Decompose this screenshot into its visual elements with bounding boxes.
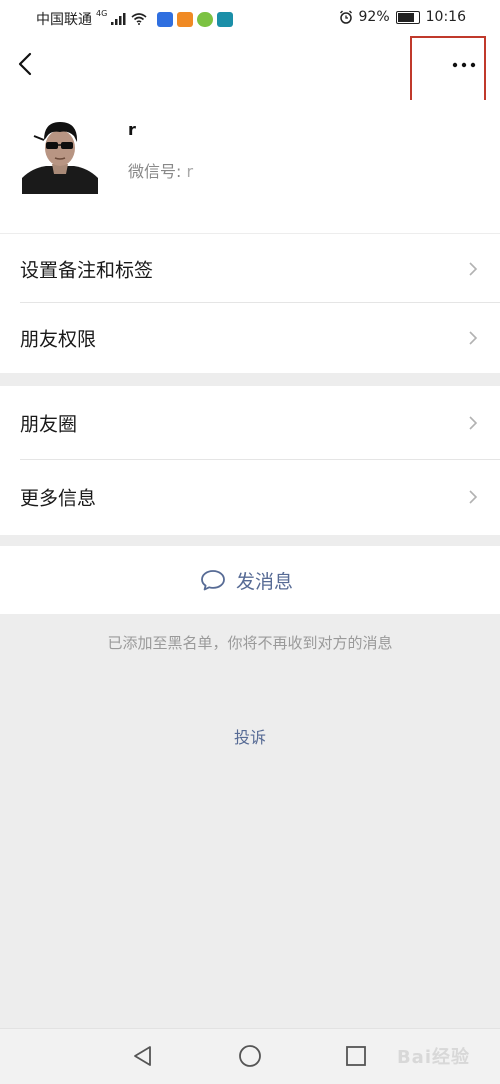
back-button[interactable] <box>10 46 46 82</box>
wechat-id-value: r <box>186 162 194 181</box>
row-label: 更多信息 <box>20 487 97 510</box>
triangle-back-icon[interactable] <box>130 1043 156 1069</box>
chevron-right-icon <box>469 416 478 430</box>
chevron-right-icon <box>469 490 478 504</box>
row-set-remark-and-tags[interactable]: 设置备注和标签 <box>0 234 500 303</box>
status-bar: 中国联通 4G 92% 10:16 <box>0 0 500 36</box>
row-more-info[interactable]: 更多信息 <box>0 460 500 534</box>
status-bar-right: 92% 10:16 <box>339 9 466 25</box>
profile-header: r 微信号: r <box>0 100 500 233</box>
chevron-left-icon <box>18 52 32 76</box>
report-link[interactable]: 投诉 <box>0 724 500 748</box>
teal-app-icon <box>217 11 234 27</box>
row-label: 设置备注和标签 <box>20 259 154 281</box>
clock: 10:16 <box>425 9 466 25</box>
blacklist-notice: 已添加至黑名单，你将不再收到对方的消息 <box>107 634 393 652</box>
notification-app-icons <box>157 11 234 27</box>
row-moments[interactable]: 朋友圈 <box>0 386 500 460</box>
chevron-right-icon <box>469 261 478 276</box>
settings-group-moments-info: 朋友圈 更多信息 <box>0 386 500 535</box>
carrier-label: 中国联通 <box>36 12 92 28</box>
chat-bubble-icon <box>201 570 225 591</box>
battery-icon <box>395 10 420 24</box>
row-label: 朋友权限 <box>20 328 97 350</box>
circle-home-icon[interactable] <box>237 1043 263 1069</box>
network-type: 4G <box>96 8 108 18</box>
blue-app-icon <box>157 11 174 27</box>
report-label[interactable]: 投诉 <box>234 728 266 747</box>
send-message-label: 发消息 <box>236 570 294 593</box>
more-dots-icon <box>452 62 476 68</box>
more-options-button[interactable] <box>410 36 486 102</box>
profile-nickname: r <box>128 120 138 139</box>
settings-group-remark-permissions: 设置备注和标签 朋友权限 <box>0 234 500 373</box>
send-message-button[interactable]: 发消息 <box>200 566 293 594</box>
avatar-photo <box>22 114 98 194</box>
row-friend-permissions[interactable]: 朋友权限 <box>0 303 500 372</box>
square-recent-icon[interactable] <box>343 1043 369 1069</box>
signal-icon <box>111 13 126 25</box>
row-label: 朋友圈 <box>20 413 78 436</box>
watermark: Bai经验 <box>396 1047 470 1068</box>
alarm-icon <box>339 10 352 24</box>
top-nav-bar <box>0 36 500 102</box>
wechat-id-label: 微信号: <box>128 162 182 181</box>
orange-app-icon <box>177 11 194 27</box>
send-message-section: 发消息 <box>0 546 500 614</box>
wifi-icon <box>131 13 147 25</box>
status-bar-left: 中国联通 4G <box>36 8 234 29</box>
avatar[interactable] <box>22 114 98 194</box>
wechat-id-line: 微信号: r <box>128 158 193 182</box>
green-app-icon <box>197 11 214 27</box>
battery-percent: 92% <box>358 9 390 25</box>
chevron-right-icon <box>469 330 478 345</box>
system-navigation-bar: Bai经验 <box>0 1028 500 1084</box>
